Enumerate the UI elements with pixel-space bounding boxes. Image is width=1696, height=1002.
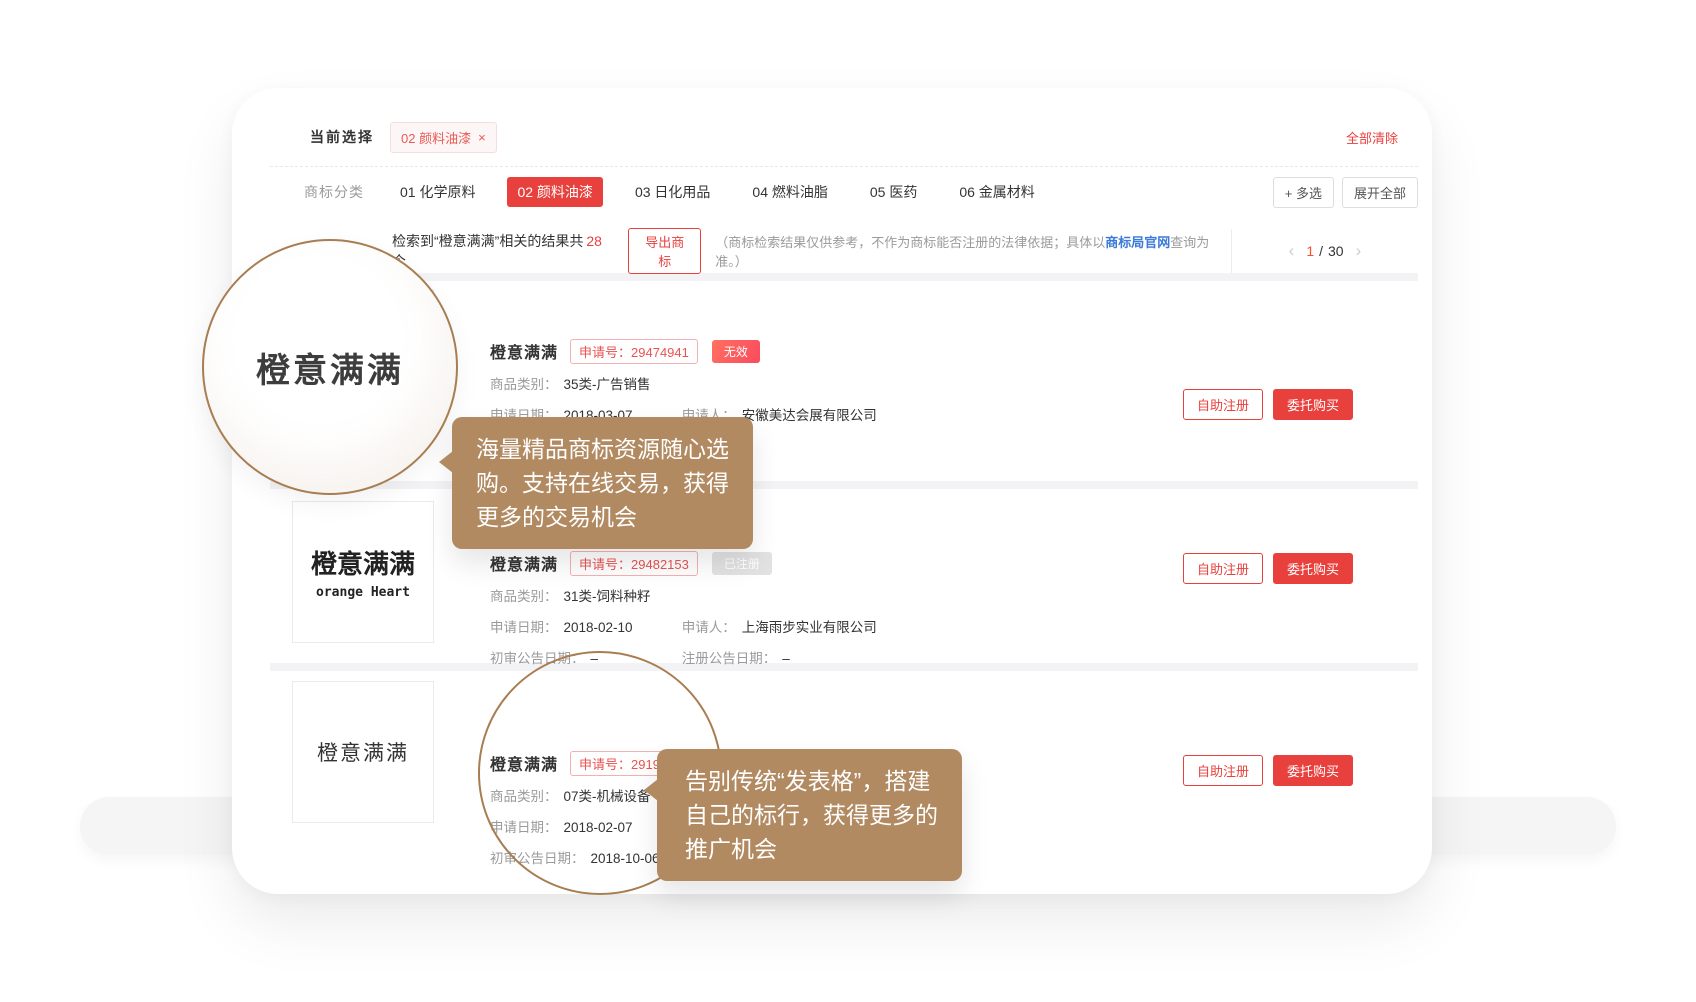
apply-date-value: 2018-02-10 bbox=[564, 620, 633, 635]
selected-filter-tag[interactable]: 02 颜料油漆 × bbox=[390, 122, 497, 153]
self-register-button[interactable]: 自助注册 bbox=[1183, 553, 1263, 584]
reg-notice-value: – bbox=[782, 651, 790, 666]
export-trademarks-button[interactable]: 导出商标 bbox=[628, 228, 701, 274]
trademark-office-link[interactable]: 商标局官网 bbox=[1105, 235, 1170, 250]
self-register-button[interactable]: 自助注册 bbox=[1183, 755, 1263, 786]
magnifier-circle: 橙意满满 bbox=[202, 239, 458, 495]
current-page: 1 bbox=[1306, 243, 1314, 259]
applicant-value: 安徽美达会展有限公司 bbox=[742, 408, 877, 423]
category-tab-01[interactable]: 01 化学原料 bbox=[390, 177, 485, 207]
current-selection-label: 当前选择 bbox=[310, 127, 374, 147]
trademark-image: 橙意满满 orange Heart bbox=[292, 501, 434, 643]
status-badge: 无效 bbox=[712, 340, 760, 363]
trademark-image-subtext: orange Heart bbox=[316, 585, 410, 600]
page: 当前选择 02 颜料油漆 × 全部清除 商标分类 01 化学原料 02 颜料油漆… bbox=[0, 0, 1696, 1002]
category-tab-02-active[interactable]: 02 颜料油漆 bbox=[507, 177, 602, 207]
multi-select-button[interactable]: + 多选 bbox=[1273, 177, 1334, 208]
trademark-image: 橙意满满 bbox=[292, 681, 434, 823]
promo-tooltip-marketplace: 海量精品商标资源随心选 购。支持在线交易，获得 更多的交易机会 bbox=[452, 417, 753, 549]
promo-tooltip-promotion: 告别传统“发表格”，搭建 自己的标行，获得更多的 推广机会 bbox=[657, 749, 962, 881]
pagination: ‹ 1 / 30 › bbox=[1231, 229, 1418, 273]
reg-notice-label: 注册公告日期： bbox=[682, 651, 777, 666]
results-summary-text: 检索到“橙意满满”相关的结果共 bbox=[392, 233, 583, 249]
entrust-purchase-button[interactable]: 委托购买 bbox=[1273, 389, 1353, 420]
category-value: 35类-广告销售 bbox=[564, 377, 651, 392]
entrust-purchase-button[interactable]: 委托购买 bbox=[1273, 553, 1353, 584]
category-label: 商品类别： bbox=[490, 377, 558, 392]
trademark-name: 橙意满满 bbox=[490, 551, 558, 575]
self-register-button[interactable]: 自助注册 bbox=[1183, 389, 1263, 420]
results-header: 检索到“橙意满满”相关的结果共28个 导出商标 （商标检索结果仅供参考，不作为商… bbox=[270, 229, 1418, 273]
results-summary: 检索到“橙意满满”相关的结果共28个 bbox=[392, 231, 614, 271]
applicant-value: 上海雨步实业有限公司 bbox=[742, 620, 877, 635]
expand-all-button[interactable]: 展开全部 bbox=[1342, 177, 1418, 208]
category-bar-label: 商标分类 bbox=[304, 182, 364, 202]
category-tab-06[interactable]: 06 金属材料 bbox=[949, 177, 1044, 207]
table-row: 橙意满满 orange Heart 橙意满满 申请号：29482153 已注册 … bbox=[270, 489, 1418, 663]
remove-filter-icon[interactable]: × bbox=[478, 130, 486, 145]
category-tab-05[interactable]: 05 医药 bbox=[860, 177, 927, 207]
status-badge: 已注册 bbox=[712, 552, 772, 575]
application-number-tag: 申请号：29474941 bbox=[570, 339, 698, 364]
total-pages: 30 bbox=[1328, 243, 1344, 259]
entrust-purchase-button[interactable]: 委托购买 bbox=[1273, 755, 1353, 786]
selected-filter-tag-label: 02 颜料油漆 bbox=[401, 128, 471, 147]
next-page-arrow[interactable]: › bbox=[1356, 241, 1362, 261]
disclaimer-note: （商标检索结果仅供参考，不作为商标能否注册的法律依据；具体以商标局官网查询为准。… bbox=[715, 232, 1231, 270]
category-tab-04[interactable]: 04 燃料油脂 bbox=[742, 177, 837, 207]
magnified-trademark-text: 橙意满满 bbox=[256, 343, 404, 392]
category-tab-03[interactable]: 03 日化用品 bbox=[625, 177, 720, 207]
apply-date-label: 申请日期： bbox=[490, 620, 558, 635]
applicant-label: 申请人： bbox=[682, 620, 736, 635]
clear-all-button[interactable]: 全部清除 bbox=[1346, 128, 1398, 147]
prev-page-arrow[interactable]: ‹ bbox=[1289, 241, 1295, 261]
filter-bar: 当前选择 02 颜料油漆 × 全部清除 bbox=[270, 108, 1418, 166]
results-count: 28 bbox=[586, 233, 602, 249]
category-label: 商品类别： bbox=[490, 589, 558, 604]
category-value: 31类-饲料种籽 bbox=[564, 589, 651, 604]
application-number-tag: 申请号：29482153 bbox=[570, 551, 698, 576]
trademark-name: 橙意满满 bbox=[490, 339, 558, 363]
category-bar: 商标分类 01 化学原料 02 颜料油漆 03 日化用品 04 燃料油脂 05 … bbox=[270, 167, 1418, 217]
